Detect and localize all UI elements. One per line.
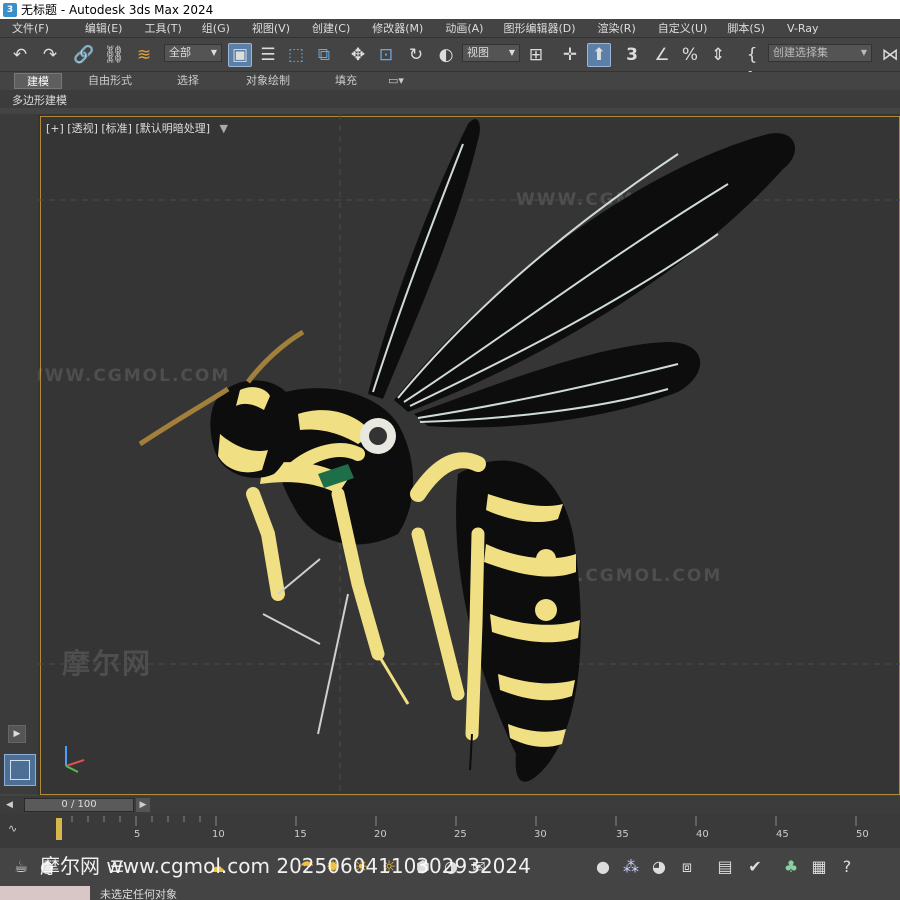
menu-modifiers[interactable]: 修改器(M) xyxy=(366,20,429,36)
polygon-modeling-label[interactable]: 多边形建模 xyxy=(12,92,67,108)
select-object-icon[interactable]: ▣ xyxy=(228,43,252,67)
tab-modeling[interactable]: 建模 xyxy=(14,73,62,89)
menu-edit[interactable]: 编辑(E) xyxy=(79,20,129,36)
tick-label: 45 xyxy=(776,829,789,840)
menu-group[interactable]: 组(G) xyxy=(196,20,236,36)
left-command-strip: ▶ xyxy=(0,114,38,794)
reference-coord-value: 视图 xyxy=(467,46,489,59)
angle-snap-label: 3 xyxy=(626,45,638,65)
percent-snap-icon[interactable]: % xyxy=(678,43,702,67)
render-frame-icon[interactable]: ⧈ xyxy=(676,856,698,878)
curve-editor-icon[interactable]: ∿ xyxy=(8,822,17,835)
menu-vray[interactable]: V-Ray xyxy=(781,22,825,35)
tick-label: 35 xyxy=(616,829,629,840)
tab-freeform[interactable]: 自由形式 xyxy=(80,73,140,89)
chevron-down-icon: ▼ xyxy=(860,48,867,57)
window-crossing-icon[interactable]: ⧉ xyxy=(312,43,336,67)
play-icon[interactable]: ▶ xyxy=(8,725,26,743)
ribbon-panel: 多边形建模 xyxy=(0,90,900,108)
tick-label: 40 xyxy=(696,829,709,840)
track-bar[interactable]: ∿ 5 10 15 20 25 30 35 40 45 50 xyxy=(0,814,900,848)
overlay-watermark-text: 摩尔网 www.cgmol.com 20250604110302932024 xyxy=(40,854,531,878)
chevron-down-icon: ▼ xyxy=(508,48,515,57)
vray-icon[interactable]: ✔ xyxy=(744,856,766,878)
snaps-icon[interactable]: ⬆ xyxy=(587,43,611,67)
title-bar: 3 无标题 - Autodesk 3ds Max 2024 xyxy=(0,0,900,19)
tab-selection[interactable]: 选择 xyxy=(166,73,210,89)
material-ball-icon[interactable]: ● xyxy=(592,856,614,878)
spinner-snap-icon[interactable]: ⇕ xyxy=(706,43,730,67)
select-by-name-icon[interactable]: ☰ xyxy=(256,43,280,67)
window-title: 无标题 - Autodesk 3ds Max 2024 xyxy=(21,3,214,17)
chevron-down-icon: ▼ xyxy=(210,48,217,57)
tick-label: 25 xyxy=(454,829,467,840)
link-icon[interactable]: 🔗 xyxy=(72,43,96,67)
redo-icon[interactable]: ↷ xyxy=(38,43,62,67)
tick-label: 5 xyxy=(134,829,141,840)
chevron-left-icon[interactable]: ◀ xyxy=(6,798,20,812)
menu-graph-editors[interactable]: 图形编辑器(D) xyxy=(497,20,581,36)
angle-icon[interactable]: ∠ xyxy=(650,43,674,67)
menu-animation[interactable]: 动画(A) xyxy=(439,20,489,36)
scale-icon[interactable]: ◐ xyxy=(434,43,458,67)
menu-tools[interactable]: 工具(T) xyxy=(138,20,187,36)
menu-scripting[interactable]: 脚本(S) xyxy=(721,20,771,36)
selection-filter-dropdown[interactable]: 全部 ▼ xyxy=(164,44,222,62)
main-toolbar: ↶ ↷ 🔗 ⛓ ≋ 全部 ▼ ▣ ☰ ⬚ ⧉ ✥ ⊡ ↻ ◐ 视图 ▼ ⊞ ✛ ⬆ … xyxy=(0,38,900,89)
tick-label: 50 xyxy=(856,829,869,840)
tab-object-paint[interactable]: 对象绘制 xyxy=(238,73,298,89)
named-selection-dropdown[interactable]: 创建选择集 ▼ xyxy=(768,44,872,62)
chevron-right-icon[interactable]: ▶ xyxy=(136,798,150,812)
tick-label: 10 xyxy=(212,829,225,840)
viewport-layout-icon[interactable] xyxy=(4,754,36,786)
axis-gizmo xyxy=(65,746,85,773)
menu-bar: 文件(F) 编辑(E) 工具(T) 组(G) 视图(V) 创建(C) 修改器(M… xyxy=(0,19,900,38)
named-selection-placeholder: 创建选择集 xyxy=(773,46,828,59)
menu-customize[interactable]: 自定义(U) xyxy=(652,20,714,36)
menu-file[interactable]: 文件(F) xyxy=(6,20,55,36)
ribbon-tabs: 建模 自由形式 选择 对象绘制 填充 ▭▾ xyxy=(0,72,900,90)
tick-label: 20 xyxy=(374,829,387,840)
frame-counter[interactable]: 0 / 100 xyxy=(24,798,134,812)
move-icon[interactable]: ✥ xyxy=(346,43,370,67)
tree-icon[interactable]: ♣ xyxy=(780,856,802,878)
mirror-icon[interactable]: ⋈ xyxy=(878,43,900,67)
maxscript-listener[interactable] xyxy=(0,886,90,900)
teapot-icon[interactable]: ☕ xyxy=(10,856,32,878)
ribbon-options-icon[interactable]: ▭▾ xyxy=(384,73,408,89)
render-setup-icon[interactable]: ▤ xyxy=(714,856,736,878)
menu-views[interactable]: 视图(V) xyxy=(246,20,296,36)
track-ticks xyxy=(71,816,857,826)
bind-spacewarp-icon[interactable]: ≋ xyxy=(132,43,156,67)
notes-icon[interactable]: ▦ xyxy=(808,856,830,878)
status-prompt: 未选定任何对象 xyxy=(100,888,177,900)
pivot-icon[interactable]: ⊞ xyxy=(524,43,548,67)
selection-filter-value: 全部 xyxy=(169,46,191,59)
bottom-bar: ☕ ● ☰ ☁ ☂ ✹ ☀ ☼ ⬢ ◑ ✉ ● ⁂ ◕ ⧈ ▤ ✔ ♣ ▦ ? … xyxy=(0,848,900,900)
time-slider[interactable]: ◀ 0 / 100 ▶ xyxy=(0,796,900,814)
undo-icon[interactable]: ↶ xyxy=(8,43,32,67)
perspective-viewport[interactable]: [+] [透视] [标准] [默认明暗处理] ▼ WWW.CGMOL.COM W… xyxy=(38,114,900,795)
tick-label: 30 xyxy=(534,829,547,840)
keyboard-shortcut-icon[interactable]: ✛ xyxy=(558,43,582,67)
unlink-icon[interactable]: ⛓ xyxy=(102,43,126,67)
menu-create[interactable]: 创建(C) xyxy=(306,20,356,36)
edit-named-sel-icon[interactable]: { } xyxy=(740,43,764,89)
select-manipulate-icon[interactable]: ⊡ xyxy=(374,43,398,67)
reference-coord-dropdown[interactable]: 视图 ▼ xyxy=(462,44,520,62)
menu-rendering[interactable]: 渲染(R) xyxy=(592,20,642,36)
palette-icon[interactable]: ◕ xyxy=(648,856,670,878)
rotate-icon[interactable]: ↻ xyxy=(404,43,428,67)
angle-snap-icon[interactable]: 3 xyxy=(620,43,644,67)
app-icon: 3 xyxy=(3,2,17,17)
tick-label: 15 xyxy=(294,829,307,840)
dots-icon[interactable]: ⁂ xyxy=(620,856,642,878)
rect-region-icon[interactable]: ⬚ xyxy=(284,43,308,67)
help-icon[interactable]: ? xyxy=(836,856,858,878)
tab-populate[interactable]: 填充 xyxy=(326,73,366,89)
wasp-model xyxy=(38,114,900,795)
